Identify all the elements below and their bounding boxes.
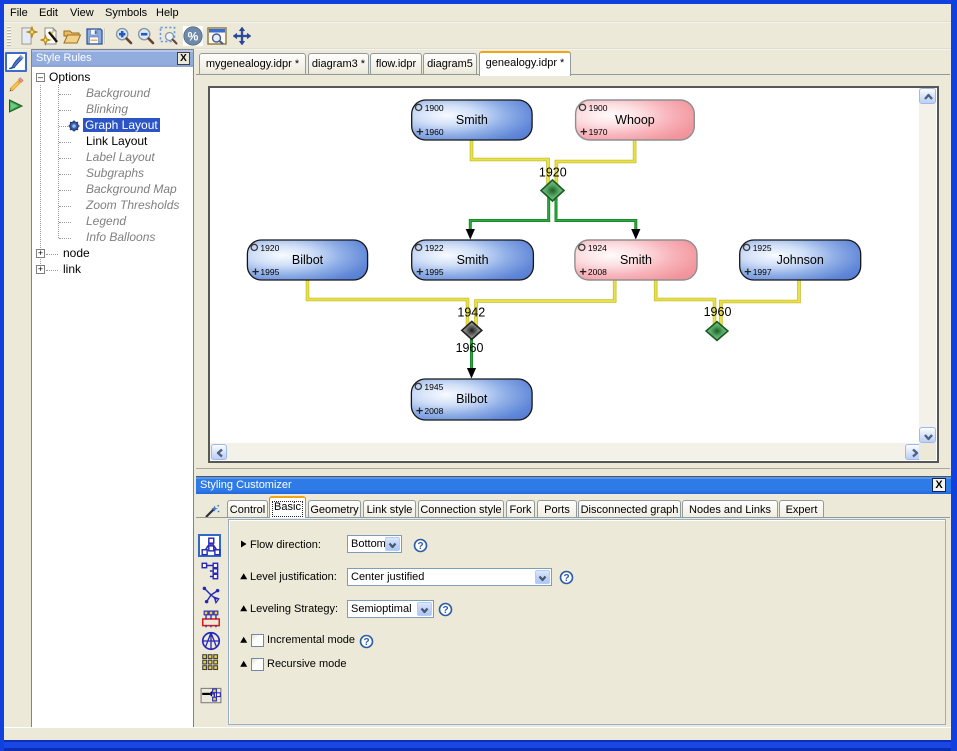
svg-text:1924: 1924 [588, 243, 607, 253]
svg-text:?: ? [563, 573, 569, 584]
svg-text:Smith: Smith [456, 113, 488, 127]
svg-text:Bilbot: Bilbot [292, 253, 324, 267]
svg-text:1960: 1960 [456, 341, 484, 355]
svg-text:?: ? [363, 637, 369, 648]
svg-text:1920: 1920 [260, 243, 279, 253]
svg-text:1900: 1900 [589, 103, 608, 113]
svg-text:%: % [188, 30, 199, 44]
svg-text:Smith: Smith [457, 253, 489, 267]
svg-text:1900: 1900 [425, 103, 444, 113]
svg-text:1997: 1997 [753, 267, 772, 277]
svg-text:1920: 1920 [539, 166, 567, 180]
svg-text:Bilbot: Bilbot [456, 392, 488, 406]
svg-text:1995: 1995 [260, 267, 279, 277]
svg-text:1995: 1995 [425, 267, 444, 277]
svg-text:1970: 1970 [589, 127, 608, 137]
svg-text:1960: 1960 [704, 305, 732, 319]
svg-text:1925: 1925 [753, 243, 772, 253]
svg-text:1945: 1945 [424, 382, 443, 392]
svg-text:1922: 1922 [425, 243, 444, 253]
svg-text:Whoop: Whoop [615, 113, 655, 127]
svg-text:1942: 1942 [457, 306, 485, 320]
svg-text:?: ? [442, 605, 448, 616]
svg-text:1960: 1960 [425, 127, 444, 137]
svg-text:2008: 2008 [424, 406, 443, 416]
svg-text:Johnson: Johnson [777, 253, 824, 267]
svg-text:?: ? [417, 541, 423, 552]
svg-text:2008: 2008 [588, 267, 607, 277]
svg-text:Smith: Smith [620, 253, 652, 267]
